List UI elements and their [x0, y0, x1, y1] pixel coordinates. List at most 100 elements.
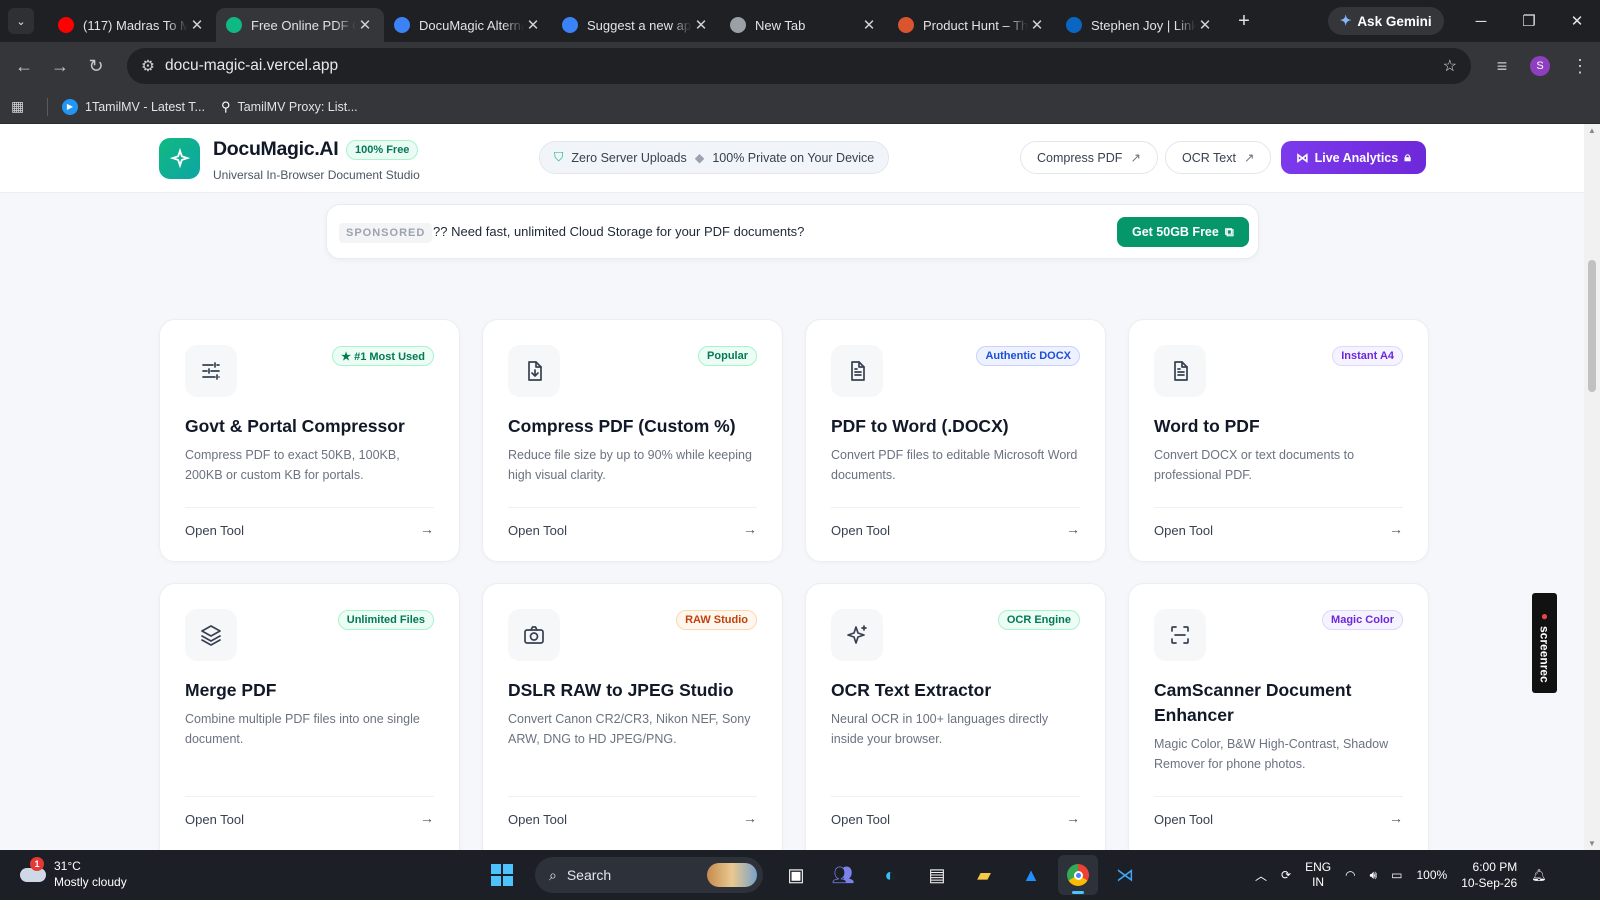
live-analytics-button[interactable]: ⋈ Live Analytics 🔒︎ — [1281, 141, 1426, 174]
back-icon[interactable]: ← — [6, 48, 42, 84]
tab-search-button[interactable]: ⌄ — [8, 8, 34, 34]
tool-card[interactable]: Instant A4 Word to PDF Convert DOCX or tex… — [1128, 319, 1429, 562]
browser-tab[interactable]: DocuMagic Alternatives✕ — [384, 8, 552, 42]
minimize-icon[interactable]: ─ — [1458, 0, 1504, 42]
store-icon[interactable]: ▤ — [917, 855, 957, 895]
open-tool-link[interactable]: Open Tool — [185, 812, 244, 827]
linkedin-icon — [1066, 17, 1082, 33]
scroll-up-icon[interactable]: ▲ — [1588, 126, 1596, 135]
browser-tab[interactable]: Suggest a new app ✕ — [552, 8, 720, 42]
arrow-right-icon[interactable]: → — [1389, 810, 1403, 826]
open-tool-link[interactable]: Open Tool — [1154, 812, 1213, 827]
ask-gemini-button[interactable]: ✦ Ask Gemini — [1328, 7, 1444, 35]
tab-close-icon[interactable]: ✕ — [356, 16, 374, 34]
open-tool-link[interactable]: Open Tool — [508, 523, 567, 538]
open-tool-link[interactable]: Open Tool — [831, 812, 890, 827]
tool-card[interactable]: Popular Compress PDF (Custom %) Reduce fil… — [482, 319, 783, 562]
battery-icon[interactable]: ▭ — [1391, 868, 1402, 882]
documagic-logo-icon[interactable] — [159, 138, 200, 179]
brand-tagline: Universal In-Browser Document Studio — [213, 168, 420, 182]
restore-icon[interactable]: ❐ — [1506, 0, 1552, 42]
documagic-favicon — [226, 17, 242, 33]
bookmark-item-1tamilmv[interactable]: ▶ 1TamilMV - Latest T... — [62, 98, 205, 115]
tab-close-icon[interactable]: ✕ — [188, 16, 206, 34]
browser-tab[interactable]: New Tab ✕ — [720, 8, 888, 42]
brand-name[interactable]: DocuMagic.AI — [213, 138, 339, 161]
tool-card[interactable]: Magic Color CamScanner Document Enhancer M… — [1128, 583, 1429, 850]
tab-close-icon[interactable]: ✕ — [692, 16, 710, 34]
tool-title[interactable]: CamScanner Document Enhancer — [1154, 678, 1414, 728]
browser-tab[interactable]: Stephen Joy | LinkedIn✕ — [1056, 8, 1224, 42]
show-hidden-icons-icon[interactable]: ︿ — [1255, 867, 1267, 884]
arrow-right-icon[interactable]: → — [743, 521, 757, 537]
bookmark-star-icon[interactable]: ☆ — [1443, 56, 1457, 76]
privacy-pill: ⛉ Zero Server Uploads ◆ 100% Private on … — [539, 141, 890, 174]
tool-title[interactable]: Merge PDF — [185, 678, 445, 703]
wifi-icon[interactable]: ◠ — [1345, 868, 1355, 882]
browser-tab[interactable]: Free Online PDF Compressor✕ — [216, 8, 384, 42]
profile-avatar[interactable]: S — [1530, 56, 1550, 76]
arrow-right-icon[interactable]: → — [420, 521, 434, 537]
tool-card[interactable]: OCR Engine OCR Text Extractor Neural OCR i… — [805, 583, 1106, 850]
tool-card[interactable]: RAW Studio DSLR RAW to JPEG Studio Convert… — [482, 583, 783, 850]
tool-title[interactable]: DSLR RAW to JPEG Studio — [508, 678, 768, 703]
tool-title[interactable]: OCR Text Extractor — [831, 678, 1091, 703]
scroll-down-icon[interactable]: ▼ — [1588, 839, 1596, 848]
new-tab-button[interactable]: + — [1230, 10, 1258, 33]
scrollbar-thumb[interactable] — [1588, 260, 1596, 392]
edge-icon[interactable]: ◐ — [870, 855, 910, 895]
get-50gb-free-button[interactable]: Get 50GB Free ⧉ — [1117, 217, 1249, 247]
open-tool-link[interactable]: Open Tool — [185, 523, 244, 538]
nav-compress-pdf-button[interactable]: Compress PDF ↗ — [1020, 141, 1158, 174]
arrow-right-icon[interactable]: → — [1389, 521, 1403, 537]
taskbar-search[interactable]: ⌕ Search — [535, 857, 763, 893]
arrow-right-icon[interactable]: → — [743, 810, 757, 826]
address-bar[interactable]: ⚙ docu-magic-ai.vercel.app ☆ — [127, 48, 1471, 84]
weather-widget[interactable]: 1 31°C Mostly cloudy — [18, 857, 127, 890]
tool-description: Neural OCR in 100+ languages directly in… — [831, 712, 1049, 746]
sync-icon[interactable]: ⟳ — [1281, 868, 1291, 882]
open-tool-link[interactable]: Open Tool — [508, 812, 567, 827]
arrow-right-icon[interactable]: → — [1066, 521, 1080, 537]
forward-icon[interactable]: → — [42, 48, 78, 84]
tab-close-icon[interactable]: ✕ — [1028, 16, 1046, 34]
tool-title[interactable]: Govt & Portal Compressor — [185, 414, 445, 439]
menu-kebab-icon[interactable]: ⋮ — [1562, 48, 1598, 84]
language-indicator[interactable]: ENG IN — [1305, 860, 1331, 890]
site-info-icon[interactable]: ⚙ — [131, 57, 165, 76]
tab-close-icon[interactable]: ✕ — [1196, 16, 1214, 34]
clock[interactable]: 6:00 PM 10-Sep-26 — [1461, 859, 1517, 891]
file-explorer-icon[interactable]: ▰ — [964, 855, 1004, 895]
nav-ocr-text-button[interactable]: OCR Text ↗ — [1165, 141, 1272, 174]
tab-close-icon[interactable]: ✕ — [524, 16, 542, 34]
open-tool-link[interactable]: Open Tool — [831, 523, 890, 538]
tool-title[interactable]: PDF to Word (.DOCX) — [831, 414, 1091, 439]
chrome-taskbar-icon[interactable] — [1058, 855, 1098, 895]
close-window-icon[interactable]: ✕ — [1554, 0, 1600, 42]
teams-icon[interactable]: 👥︎ — [823, 855, 863, 895]
browser-tab[interactable]: (117) Madras To Madu✕ — [48, 8, 216, 42]
page-scrollbar[interactable]: ▲ ▼ — [1584, 124, 1600, 850]
task-view-icon[interactable]: ▣ — [776, 855, 816, 895]
app-a-icon[interactable]: ▲ — [1011, 855, 1051, 895]
screenrec-widget[interactable]: ● screenrec — [1532, 593, 1557, 693]
tool-card[interactable]: ★ #1 Most Used Govt & Portal Compressor Co… — [159, 319, 460, 562]
tool-card[interactable]: Unlimited Files Merge PDF Combine multiple… — [159, 583, 460, 850]
arrow-right-icon[interactable]: → — [420, 810, 434, 826]
vscode-icon[interactable]: ⋊ — [1105, 855, 1145, 895]
notification-icon[interactable]: 🔔︎ — [1531, 868, 1546, 882]
media-control-icon[interactable]: ≡ — [1484, 48, 1520, 84]
open-tool-link[interactable]: Open Tool — [1154, 523, 1213, 538]
tab-close-icon[interactable]: ✕ — [860, 16, 878, 34]
tool-title[interactable]: Compress PDF (Custom %) — [508, 414, 768, 439]
reload-icon[interactable]: ↻ — [78, 48, 114, 84]
volume-icon[interactable]: 🔊︎ — [1370, 868, 1378, 883]
bookmark-item-tamilmv-proxy[interactable]: ⚲ TamilMV Proxy: List... — [221, 99, 358, 115]
apps-grid-icon[interactable]: ▦ — [11, 98, 33, 115]
tool-card[interactable]: Authentic DOCX PDF to Word (.DOCX) Convert… — [805, 319, 1106, 562]
windows-start-icon[interactable] — [482, 855, 522, 895]
nav-ocr-label: OCR Text — [1182, 150, 1236, 165]
arrow-right-icon[interactable]: → — [1066, 810, 1080, 826]
tool-title[interactable]: Word to PDF — [1154, 414, 1414, 439]
browser-tab[interactable]: Product Hunt – The best new✕ — [888, 8, 1056, 42]
